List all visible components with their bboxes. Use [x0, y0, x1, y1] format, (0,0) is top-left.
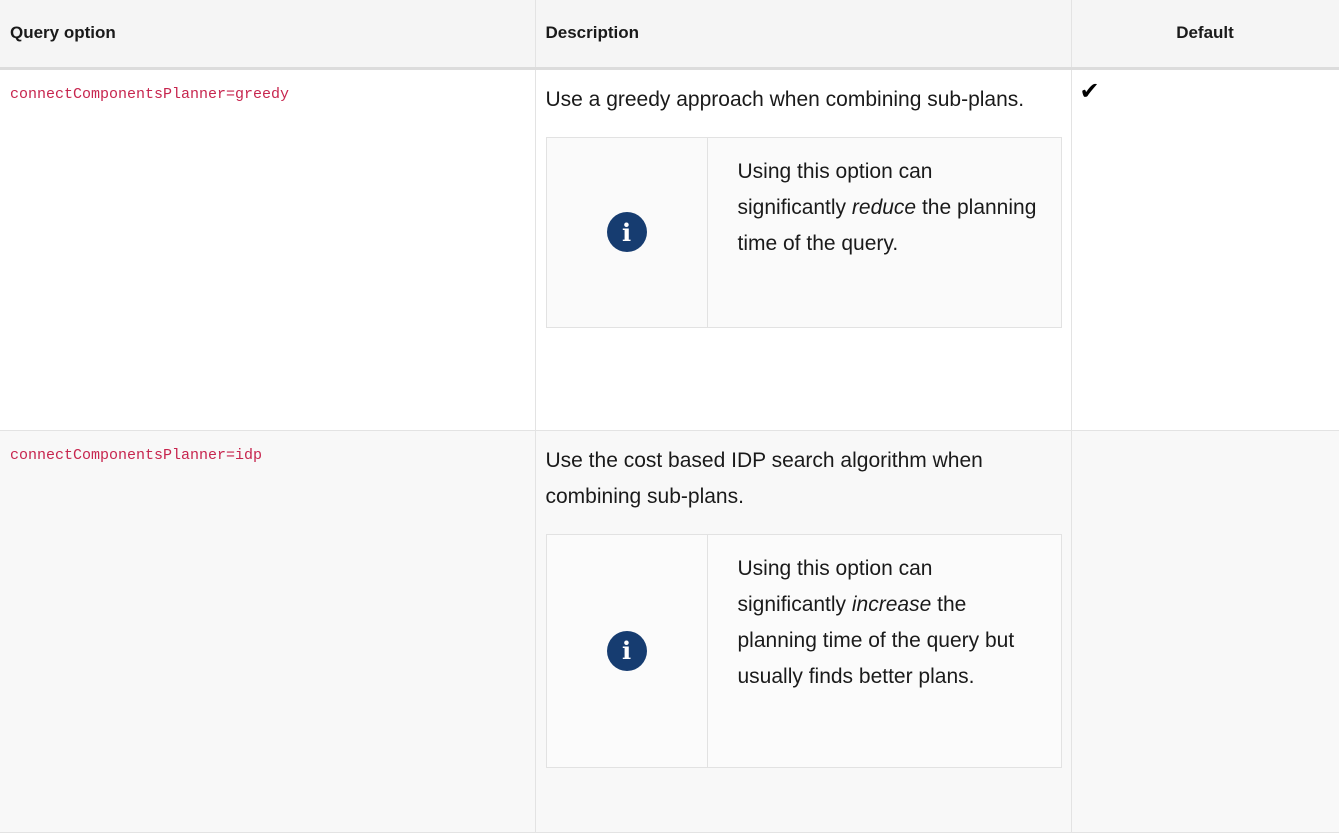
info-icon: i	[606, 212, 647, 252]
table-row: connectComponentsPlanner=idp Use the cos…	[0, 430, 1339, 833]
note-admonition: i Using this option can significantly re…	[545, 136, 1062, 328]
note-icon-column: i	[547, 534, 708, 767]
option-cell: connectComponentsPlanner=greedy	[0, 68, 536, 431]
note-admonition: i Using this option can significantly in…	[545, 533, 1062, 768]
note-icon-column: i	[547, 137, 708, 327]
note-text: Using this option can significantly incr…	[708, 535, 1061, 767]
table-header-row: Query option Description Default	[0, 0, 1339, 70]
description-cell: Use the cost based IDP search algorithm …	[535, 430, 1072, 833]
option-code: connectComponentsPlanner=idp	[10, 446, 263, 464]
table-row: connectComponentsPlanner=greedy Use a gr…	[0, 68, 1339, 431]
description-cell: Use a greedy approach when combining sub…	[535, 68, 1072, 431]
note-text: Using this option can significantly redu…	[708, 138, 1061, 327]
info-icon: i	[606, 630, 647, 671]
option-cell: connectComponentsPlanner=idp	[0, 430, 536, 833]
default-cell: ✔	[1071, 68, 1339, 431]
default-cell	[1071, 430, 1339, 833]
header-default: Default	[1071, 0, 1339, 70]
description-text: Use a greedy approach when combining sub…	[545, 87, 1025, 111]
header-query-option: Query option	[0, 0, 536, 70]
description-text: Use the cost based IDP search algorithm …	[545, 448, 983, 508]
check-icon: ✔	[1079, 77, 1100, 105]
header-description: Description	[535, 0, 1072, 70]
note-emphasis: increase	[851, 592, 932, 616]
query-options-table: Query option Description Default connect…	[0, 0, 1339, 833]
note-emphasis: reduce	[851, 195, 917, 219]
option-code: connectComponentsPlanner=greedy	[10, 85, 290, 103]
